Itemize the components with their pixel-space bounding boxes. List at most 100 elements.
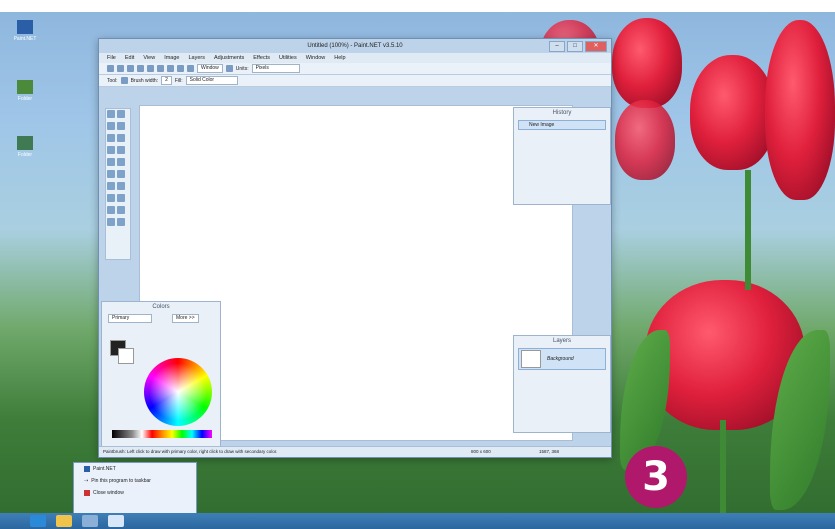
cut-icon[interactable] [147, 65, 154, 72]
taskbar [0, 513, 835, 529]
paint-bucket-icon[interactable] [107, 146, 115, 154]
jump-item-label: Pin this program to taskbar [91, 478, 151, 484]
color-wheel[interactable] [144, 358, 212, 426]
menu-view[interactable]: View [143, 55, 155, 61]
layers-panel: Layers Background [513, 335, 611, 433]
tools-panel [105, 108, 131, 260]
status-bar: Paintbrush: Left click to draw with prim… [99, 446, 611, 457]
menu-bar: File Edit View Image Layers Adjustments … [99, 53, 611, 63]
paintnet-window[interactable]: Untitled (100%) - Paint.NET v3.5.10 – □ … [98, 38, 612, 458]
text-tool-icon[interactable] [107, 194, 115, 202]
title-bar[interactable]: Untitled (100%) - Paint.NET v3.5.10 – □ … [99, 39, 611, 53]
desktop-icon-label: Folder [17, 152, 33, 158]
desktop-icon-folder[interactable]: Folder [4, 80, 46, 102]
line-tool-icon[interactable] [117, 194, 125, 202]
secondary-color-swatch[interactable] [118, 348, 134, 364]
media-icon[interactable] [82, 515, 98, 527]
paintnet-icon [84, 466, 90, 472]
jump-item-close[interactable]: Close window [74, 487, 196, 499]
color-picker-icon[interactable] [117, 170, 125, 178]
pan-tool-icon[interactable] [117, 134, 125, 142]
paintbrush-tool-icon[interactable] [107, 158, 115, 166]
maximize-button[interactable]: □ [567, 41, 583, 52]
paste-icon[interactable] [167, 65, 174, 72]
freeform-icon[interactable] [117, 218, 125, 226]
menu-layers[interactable]: Layers [188, 55, 205, 61]
menu-utilities[interactable]: Utilities [279, 55, 297, 61]
desktop-icon-folder[interactable]: Folder [4, 136, 46, 158]
layer-row[interactable]: Background [518, 348, 606, 370]
brush-width-input[interactable]: 2 [161, 76, 172, 85]
units-select[interactable]: Pixels [251, 64, 300, 73]
new-icon[interactable] [107, 65, 114, 72]
redo-icon[interactable] [187, 65, 194, 72]
main-toolbar: Window Units: Pixels [99, 63, 611, 75]
tulip-decoration [612, 18, 682, 108]
lasso-tool-icon[interactable] [107, 122, 115, 130]
tulip-decoration [690, 55, 775, 170]
colors-title: Colors [152, 304, 170, 310]
folder-icon [17, 136, 33, 150]
menu-edit[interactable]: Edit [125, 55, 134, 61]
desktop-icon-label: Folder [17, 96, 33, 102]
pin-icon: ⇢ [84, 478, 89, 484]
close-icon [84, 490, 90, 496]
rectangle-icon[interactable] [107, 206, 115, 214]
eraser-icon[interactable] [117, 158, 125, 166]
gradient-icon[interactable] [117, 146, 125, 154]
undo-icon[interactable] [177, 65, 184, 72]
history-item-label: New Image [529, 122, 555, 128]
menu-adjustments[interactable]: Adjustments [214, 55, 244, 61]
paintnet-taskbar-icon[interactable] [108, 515, 124, 527]
taskbar-jump-list: Paint.NET ⇢ Pin this program to taskbar … [73, 462, 197, 514]
desktop-icon-paintnet[interactable]: Paint.NET [4, 20, 46, 42]
window-title: Untitled (100%) - Paint.NET v3.5.10 [307, 43, 403, 49]
select-tool-icon[interactable] [107, 110, 115, 118]
jump-item-pin[interactable]: ⇢ Pin this program to taskbar [74, 475, 196, 487]
more-colors-button[interactable]: More >> [172, 314, 199, 323]
copy-icon[interactable] [157, 65, 164, 72]
folder-icon[interactable] [56, 515, 72, 527]
stem-decoration [745, 170, 751, 290]
tulip-decoration [615, 100, 675, 180]
close-button[interactable]: ✕ [585, 41, 607, 52]
history-title: History [552, 110, 572, 116]
menu-effects[interactable]: Effects [253, 55, 270, 61]
layers-title: Layers [552, 338, 571, 344]
move-tool-icon[interactable] [117, 110, 125, 118]
fill-select[interactable]: Solid Color [185, 76, 238, 85]
print-icon[interactable] [137, 65, 144, 72]
open-icon[interactable] [117, 65, 124, 72]
ellipse-icon[interactable] [107, 218, 115, 226]
layer-name: Background [547, 356, 574, 362]
folder-icon [17, 80, 33, 94]
ie-icon[interactable] [30, 515, 46, 527]
fill-label: Fill: [174, 77, 183, 84]
layer-thumbnail [521, 350, 541, 368]
menu-window[interactable]: Window [306, 55, 326, 61]
clone-stamp-icon[interactable] [107, 182, 115, 190]
history-item[interactable]: New Image [518, 120, 606, 130]
menu-help[interactable]: Help [334, 55, 345, 61]
grid-icon[interactable] [225, 65, 233, 72]
history-panel: History New Image [513, 107, 611, 205]
menu-file[interactable]: File [107, 55, 116, 61]
paintbrush-icon[interactable] [120, 77, 128, 84]
tool-label: Tool: [107, 77, 118, 84]
color-palette[interactable] [112, 430, 212, 438]
zoom-tool-icon[interactable] [117, 122, 125, 130]
pencil-icon[interactable] [107, 170, 115, 178]
zoom-select[interactable]: Window [197, 64, 223, 73]
menu-image[interactable]: Image [164, 55, 179, 61]
jump-item-app[interactable]: Paint.NET [74, 463, 196, 475]
brush-width-label: Brush width: [130, 77, 159, 84]
save-icon[interactable] [127, 65, 134, 72]
paintnet-icon [17, 20, 33, 34]
recolor-icon[interactable] [117, 182, 125, 190]
rounded-rect-icon[interactable] [117, 206, 125, 214]
magic-wand-icon[interactable] [107, 134, 115, 142]
minimize-button[interactable]: – [549, 41, 565, 52]
image-size: 800 x 600 [471, 449, 491, 454]
stem-decoration [720, 420, 726, 515]
color-mode-select[interactable]: Primary [108, 314, 152, 323]
